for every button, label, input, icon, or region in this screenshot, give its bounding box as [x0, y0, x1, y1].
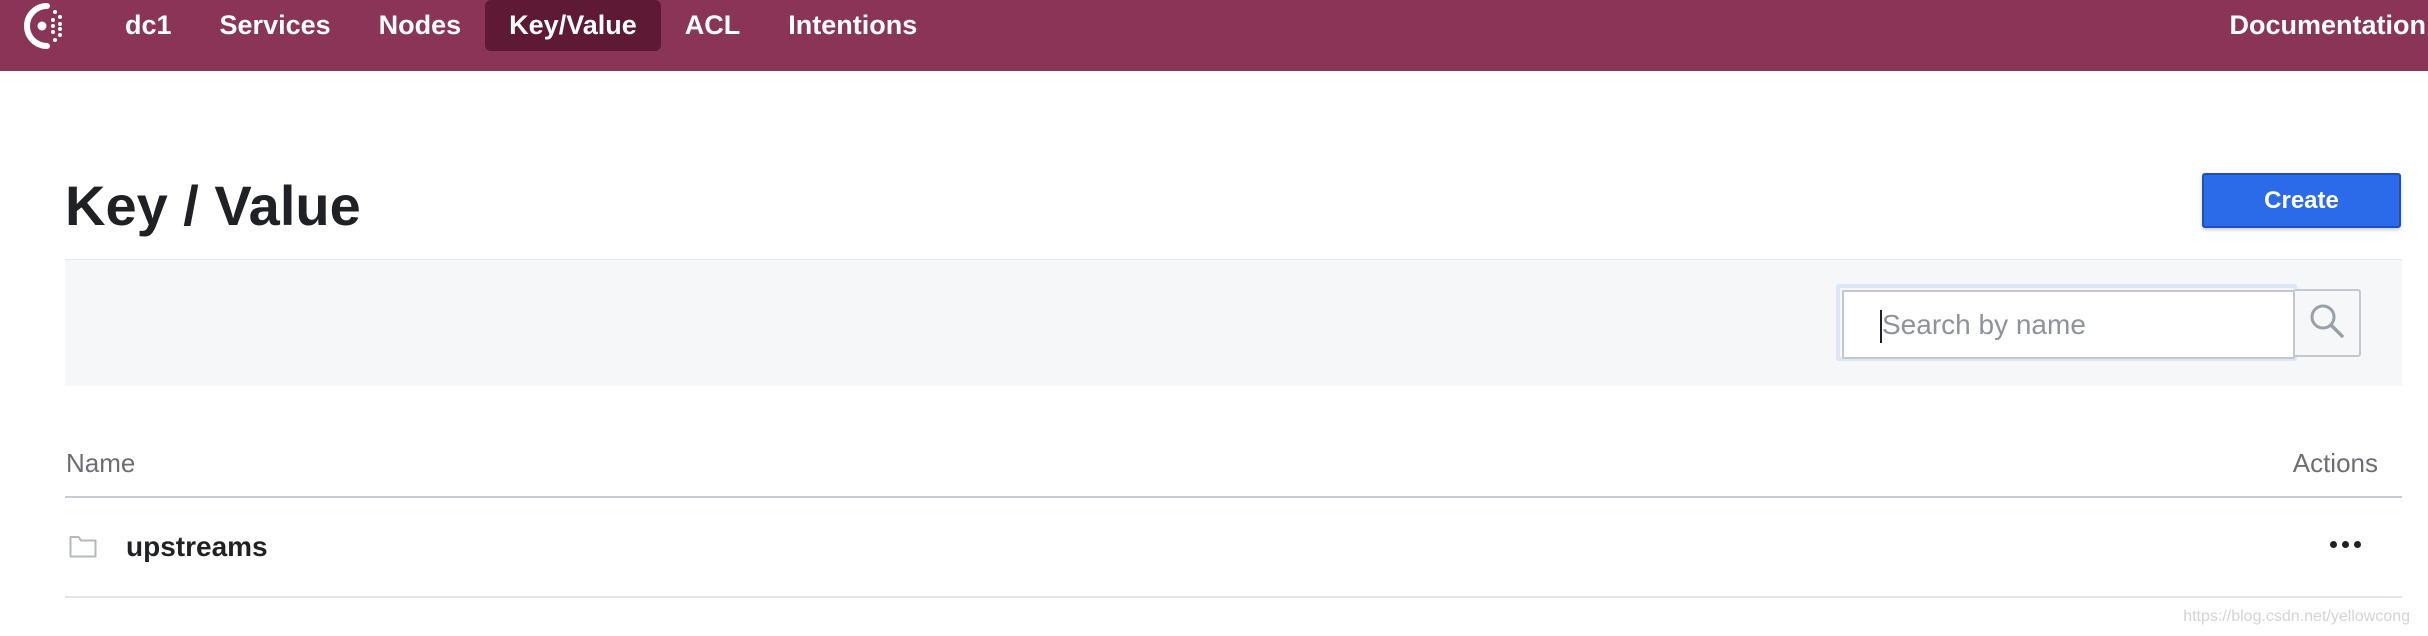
nav-item-nodes[interactable]: Nodes [355, 0, 486, 51]
more-actions-button[interactable] [2320, 524, 2370, 564]
filter-bar [65, 259, 2402, 386]
consul-logo-icon[interactable] [15, 0, 75, 52]
top-navigation-bar: dc1 Services Nodes Key/Value ACL Intenti… [0, 0, 2428, 71]
page-title: Key / Value [65, 174, 361, 237]
create-button[interactable]: Create [2202, 173, 2401, 228]
search-icon [2307, 301, 2347, 346]
search-input[interactable] [1842, 290, 2295, 359]
documentation-link[interactable]: Documentation [2229, 0, 2428, 51]
search-button[interactable] [2295, 289, 2361, 357]
text-caret [1880, 310, 1882, 343]
search-focus-ring [1836, 284, 2297, 361]
nav-item-services[interactable]: Services [196, 0, 355, 51]
table-row[interactable]: upstreams [65, 498, 2402, 598]
column-header-actions: Actions [2292, 448, 2378, 478]
column-header-name[interactable]: Name [66, 448, 135, 479]
folder-icon [69, 534, 97, 558]
more-icon-dot [2341, 540, 2349, 548]
more-icon-dot [2353, 540, 2361, 548]
nav-item-datacenter[interactable]: dc1 [101, 0, 196, 51]
nav-item-key-value[interactable]: Key/Value [485, 0, 661, 51]
more-icon [2329, 540, 2337, 548]
watermark: https://blog.csdn.net/yellowcong [2183, 608, 2410, 625]
main-nav: dc1 Services Nodes Key/Value ACL Intenti… [101, 0, 941, 51]
row-name-link[interactable]: upstreams [126, 531, 268, 563]
nav-item-acl[interactable]: ACL [661, 0, 765, 51]
nav-item-intentions[interactable]: Intentions [764, 0, 941, 51]
